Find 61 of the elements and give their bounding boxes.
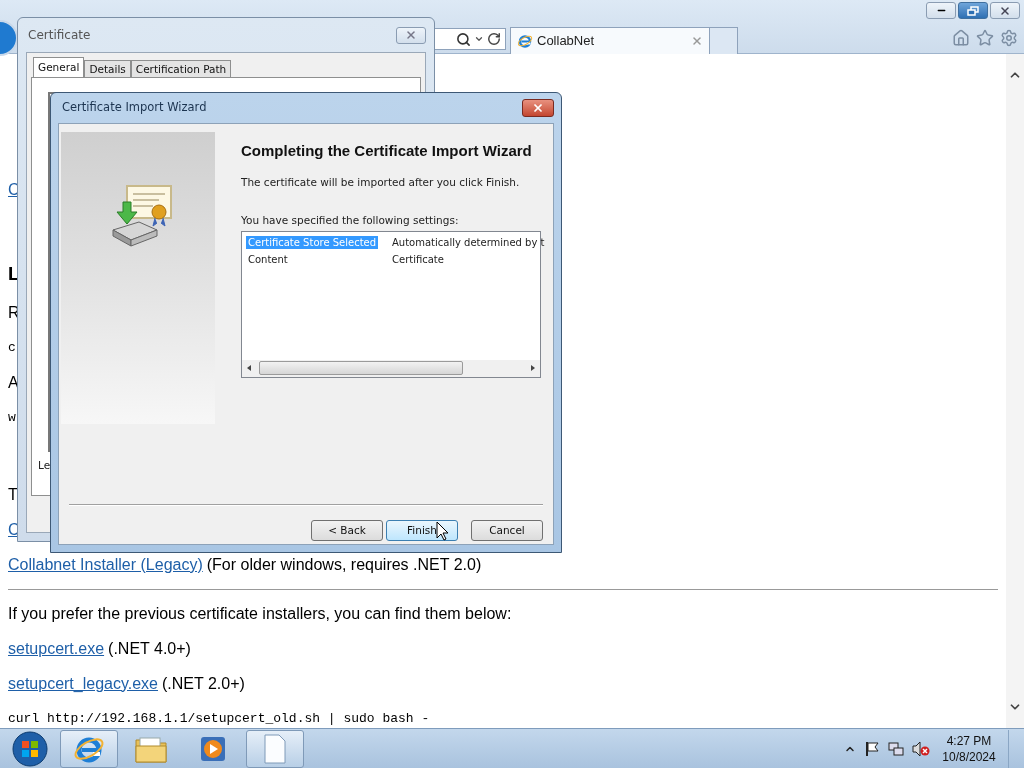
code-line: w [8, 408, 16, 427]
start-button[interactable] [11, 729, 49, 768]
clock[interactable]: 4:27 PM 10/8/2024 [938, 732, 1000, 765]
dropdown-icon[interactable] [474, 34, 484, 44]
network-icon[interactable] [888, 740, 904, 757]
close-button[interactable] [396, 26, 426, 44]
mouse-pointer-icon [436, 521, 449, 541]
link-note: (.NET 4.0+) [108, 638, 191, 659]
wizard-button[interactable]: Finish [386, 520, 458, 541]
browser-tab[interactable]: CollabNet [510, 27, 710, 54]
close-icon [999, 4, 1011, 17]
favorites-icon[interactable] [976, 29, 994, 47]
taskbar-button[interactable] [60, 729, 118, 768]
page-link[interactable]: setupcert_legacy.exe [8, 671, 158, 696]
browser-icon [517, 33, 533, 49]
link-fragment: Le [38, 458, 52, 473]
taskbar-button[interactable] [246, 729, 304, 768]
wizard-intro: The certificate will be imported after you click Finish. [241, 175, 521, 190]
setting-value: Certificate [392, 252, 444, 267]
wizard-button[interactable]: Cancel [471, 520, 543, 541]
home-icon[interactable] [952, 29, 970, 47]
wizard-heading: Completing the Certificate Import Wizard [241, 141, 533, 161]
horizontal-scrollbar[interactable] [242, 359, 540, 377]
scroll-left-icon[interactable] [245, 364, 253, 372]
setting-name: Content [247, 252, 289, 266]
flag-icon[interactable] [864, 740, 880, 757]
page-link[interactable]: setupcert.exe [8, 636, 105, 661]
scroll-thumb[interactable] [259, 361, 463, 375]
window-title: Certificate Import Wizard [62, 99, 208, 117]
restore-icon [967, 5, 979, 16]
search-icon[interactable] [456, 31, 471, 47]
page-link[interactable]: Collabnet Installer (Legacy) [8, 552, 203, 577]
page-text: T [8, 484, 18, 505]
close-icon [405, 29, 417, 41]
close-icon [532, 102, 544, 114]
certificate-drive-icon [109, 182, 175, 248]
dialog-tab[interactable]: Details [84, 60, 131, 77]
muted-speaker-icon[interactable] [912, 740, 930, 757]
dialog-tab[interactable]: Certification Path [130, 60, 232, 77]
document-icon [262, 732, 288, 765]
minimize-button[interactable] [926, 2, 956, 19]
code-line: curl http://192.168.1.1/setupcert_old.sh | sudo bash - [8, 709, 430, 728]
wizard-button[interactable]: < Back [311, 520, 383, 541]
settings-row[interactable]: Content Certificate [246, 250, 540, 268]
setting-name: Certificate Store Selected [246, 235, 379, 249]
settings-icon[interactable] [1000, 29, 1018, 47]
close-button[interactable] [522, 99, 554, 117]
scrollbar[interactable] [1006, 54, 1024, 728]
settings-label: You have specified the following settings: [241, 212, 460, 228]
tab-title: CollabNet [537, 32, 596, 51]
close-button[interactable] [990, 2, 1020, 19]
restore-button[interactable] [958, 2, 988, 19]
link-note: (For older windows, requires .NET 2.0) [206, 554, 482, 575]
window-title: Certificate [28, 27, 92, 44]
dialog-tab[interactable]: General [33, 57, 85, 77]
link-note: (.NET 2.0+) [162, 673, 245, 694]
scroll-right-icon[interactable] [529, 364, 537, 372]
page-text: If you prefer the previous certificate installers, you can find them below: [8, 603, 512, 624]
code-line: c [8, 338, 16, 357]
close-tab-icon[interactable] [691, 35, 703, 47]
refresh-icon[interactable] [487, 32, 501, 46]
